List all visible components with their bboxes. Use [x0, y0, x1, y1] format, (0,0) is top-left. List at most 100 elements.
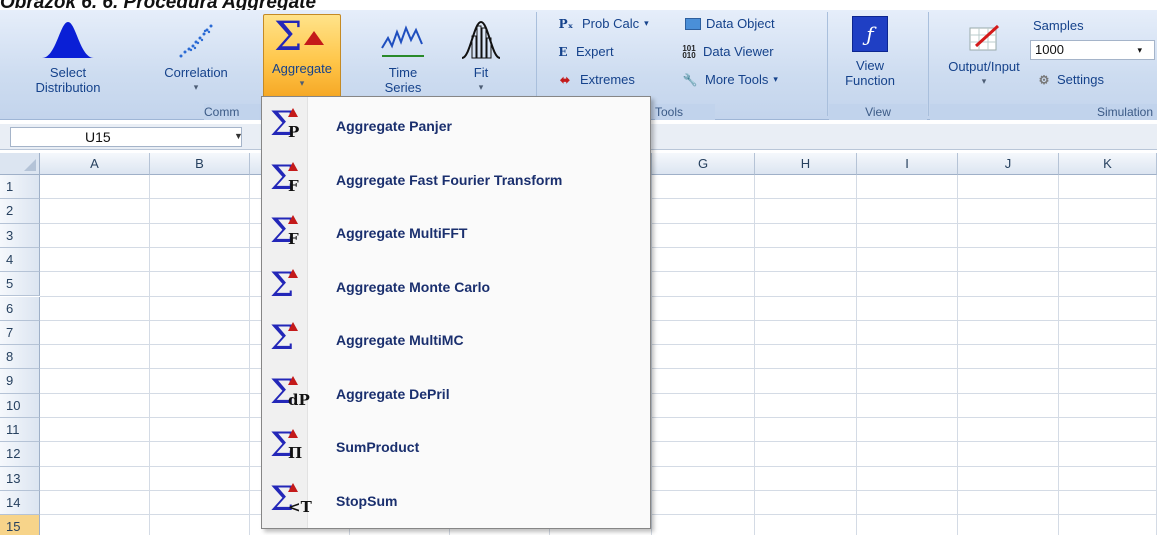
menu-item[interactable]: Σ Aggregate MultiMC — [266, 315, 646, 365]
chevron-down-icon: ▾ — [193, 82, 199, 92]
sigma-icon: Σ — [264, 15, 340, 61]
column-header[interactable]: I — [857, 153, 958, 175]
fit-button[interactable]: Fit ▾ — [452, 14, 510, 102]
chevron-down-icon[interactable]: ▼ — [234, 131, 243, 141]
data-viewer-button[interactable]: 101 010 Data Viewer — [680, 44, 774, 59]
data-object-label: Data Object — [706, 16, 775, 31]
row-header[interactable]: 9 — [0, 369, 40, 394]
name-box[interactable]: U15 — [10, 127, 242, 147]
output-input-label: Output/Input — [948, 59, 1020, 74]
column-header[interactable]: A — [40, 153, 150, 175]
group-label-tools: Tools — [655, 104, 715, 120]
menu-item-label: Aggregate DePril — [336, 385, 450, 402]
grid-line — [651, 175, 652, 535]
select-distribution-button[interactable]: Select Distribution — [18, 14, 118, 102]
row-header[interactable]: 10 — [0, 393, 40, 418]
row-header[interactable]: 3 — [0, 223, 40, 248]
row-header[interactable]: 8 — [0, 345, 40, 370]
row-header[interactable]: 5 — [0, 272, 40, 297]
settings-button[interactable]: ⚙ Settings — [1036, 72, 1104, 87]
grid-line — [754, 175, 755, 535]
extremes-button[interactable]: ⬌ Extremes — [555, 72, 635, 87]
aggregate-dropdown-menu: Σ P Aggregate Panjer Σ F Aggregate Fast Fouri… — [261, 96, 651, 529]
aggregate-multifft-icon: ΣF — [266, 213, 310, 253]
select-all-corner[interactable] — [0, 153, 40, 175]
app-window: Obrázok 6. 6. Procedura Aggregate Select… — [0, 0, 1157, 535]
time-series-icon — [381, 25, 424, 57]
row-header[interactable]: 14 — [0, 490, 40, 516]
settings-label: Settings — [1057, 72, 1104, 87]
view-function-button[interactable]: ƒ View Function — [835, 14, 905, 102]
column-header[interactable]: B — [150, 153, 250, 175]
chevron-down-icon: ▾ — [299, 78, 305, 88]
expert-label: Expert — [576, 44, 614, 59]
menu-item-label: SumProduct — [336, 439, 420, 455]
icon-subscript: F — [288, 176, 299, 195]
menu-item[interactable]: ΣdP Aggregate DePril — [266, 369, 646, 419]
select-distribution-label: Select Distribution — [35, 65, 101, 95]
column-header[interactable]: H — [755, 153, 857, 175]
icon-subscript: F — [288, 230, 299, 248]
red-triangle — [288, 429, 298, 438]
data-object-icon — [685, 17, 701, 30]
row-header[interactable]: 4 — [0, 247, 40, 273]
row-header[interactable]: 7 — [0, 320, 40, 346]
double-arrow-icon: ⬌ — [559, 72, 571, 87]
menu-item[interactable]: Σ Π SumProduct — [266, 422, 646, 472]
chevron-down-icon: ▾ — [1137, 45, 1142, 55]
menu-item[interactable]: Σ Aggregate Monte Carlo — [266, 262, 646, 312]
aggregate-multimc-icon: Σ — [266, 320, 310, 360]
samples-select[interactable]: 1000 ▾ — [1030, 40, 1155, 60]
data-viewer-label: Data Viewer — [703, 44, 774, 59]
time-series-label: Time Series — [384, 65, 422, 95]
samples-label: Samples — [1033, 18, 1084, 33]
chevron-down-icon: ▾ — [478, 82, 484, 92]
row-header[interactable]: 11 — [0, 418, 40, 443]
correlation-button[interactable]: Correlation ▾ — [150, 14, 242, 102]
chevron-down-icon: ▾ — [644, 18, 649, 28]
more-tools-button[interactable]: 🔧 More Tools ▾ — [680, 72, 778, 87]
menu-item[interactable]: Σ F Aggregate Fast Fourier Transform — [266, 155, 646, 205]
chevron-down-icon: ▾ — [773, 74, 778, 84]
icon-subscript: dP — [288, 390, 310, 409]
prob-calc-button[interactable]: Pₓ Prob Calc ▾ — [555, 16, 649, 31]
red-triangle — [288, 161, 298, 171]
aggregate-button[interactable]: Σ Aggregate ▾ — [263, 14, 341, 100]
column-header[interactable]: J — [958, 153, 1059, 175]
fit-label: Fit — [473, 65, 489, 80]
row-header[interactable]: 15 — [0, 515, 40, 535]
menu-item-label: Aggregate Panjer — [336, 118, 452, 134]
row-header[interactable]: 13 — [0, 466, 40, 491]
row-header[interactable]: 12 — [0, 442, 40, 467]
sumproduct-icon: ΣΠ — [266, 427, 310, 467]
time-series-button[interactable]: Time Series — [368, 14, 438, 102]
group-label-commands: Comm — [204, 104, 264, 120]
chevron-down-icon: ▾ — [981, 76, 987, 86]
stopsum-icon: Σ <T — [266, 481, 312, 521]
icon-subscript: Π — [288, 444, 303, 462]
menu-item[interactable]: Σ F Aggregate MultiFFT — [266, 208, 646, 258]
group-label-simulation: Simulation — [930, 104, 1157, 120]
row-header[interactable]: 2 — [0, 199, 40, 224]
red-triangle — [288, 215, 298, 224]
fit-histogram-icon — [461, 20, 501, 59]
row-header[interactable]: 1 — [0, 175, 40, 200]
menu-item[interactable]: Σ P Aggregate Panjer — [266, 101, 646, 151]
prob-calc-icon: Pₓ — [558, 16, 574, 31]
aggregate-fft-icon: ΣF — [266, 160, 310, 200]
samples-value: 1000 — [1035, 42, 1064, 57]
grid-line — [1058, 175, 1059, 535]
column-header[interactable]: G — [652, 153, 755, 175]
group-label-view: View — [829, 104, 927, 120]
aggregate-montecarlo-icon: Σ — [266, 267, 310, 307]
icon-subscript: <T — [288, 497, 312, 516]
output-input-button[interactable]: Output/Input ▾ — [940, 14, 1028, 102]
menu-item[interactable]: Σ <T StopSum — [266, 476, 646, 526]
menu-item-label: StopSum — [336, 492, 398, 509]
grid-line — [957, 175, 958, 535]
expert-button[interactable]: E Expert — [555, 44, 614, 59]
row-header[interactable]: 6 — [0, 296, 40, 321]
data-object-button[interactable]: Data Object — [685, 16, 775, 31]
column-header[interactable]: K — [1059, 153, 1157, 175]
icon-subscript: P — [288, 123, 300, 141]
